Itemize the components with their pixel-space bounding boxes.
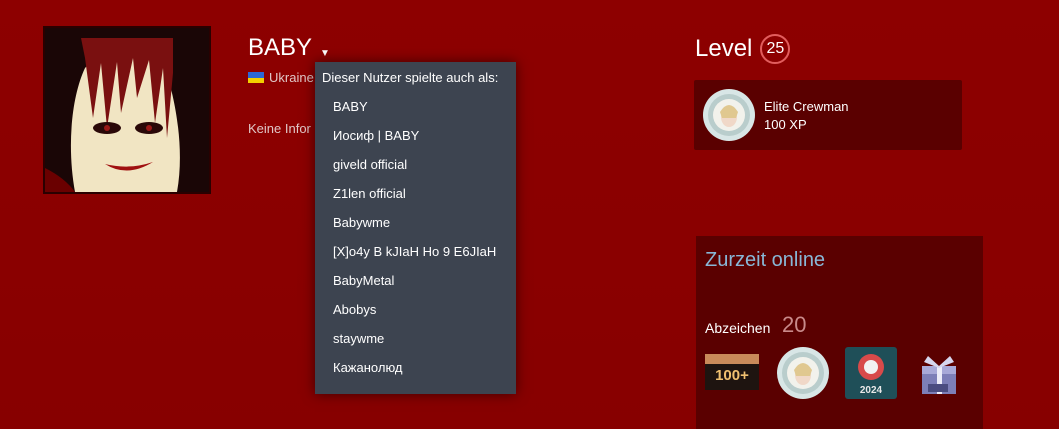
alias-dropdown-heading: Dieser Nutzer spielte auch als:: [322, 70, 499, 85]
steam-2024-badge-icon[interactable]: 2024: [844, 346, 898, 400]
alias-item[interactable]: Z1len official: [315, 179, 516, 208]
location-text: Ukraine: [269, 70, 314, 85]
svg-text:2024: 2024: [860, 385, 883, 396]
svg-text:100+: 100+: [715, 367, 749, 384]
100-plus-badge-icon[interactable]: 100+: [705, 346, 759, 400]
persona-name-dropdown[interactable]: BABY ▼: [248, 34, 330, 62]
alias-item[interactable]: Babywme: [315, 208, 516, 237]
ukraine-flag-icon: [248, 72, 264, 83]
alias-item[interactable]: Abobys: [315, 295, 516, 324]
chevron-down-icon: ▼: [320, 47, 330, 59]
featured-badge-name: Elite Crewman: [764, 99, 849, 114]
profile-summary: Keine Infor: [248, 121, 311, 136]
alias-item[interactable]: BABY: [315, 92, 516, 121]
alias-item[interactable]: giveld official: [315, 150, 516, 179]
persona-name: BABY: [248, 34, 313, 61]
badges-link[interactable]: Abzeichen: [705, 320, 770, 336]
online-status: Zurzeit online: [705, 249, 826, 271]
badges-count[interactable]: 20: [782, 312, 806, 338]
featured-badge-xp: 100 XP: [764, 117, 807, 132]
alias-item[interactable]: staywme: [315, 324, 516, 353]
profile-location: Ukraine: [248, 70, 314, 85]
alias-item[interactable]: BabyMetal: [315, 266, 516, 295]
level-label: Level: [695, 35, 753, 62]
elite-crewman-badge-icon[interactable]: [776, 346, 830, 400]
level-display: Level 25: [695, 34, 791, 64]
gift-box-2024-badge-icon[interactable]: [914, 346, 968, 400]
profile-right-panel: Zurzeit online Abzeichen 20 100+ 2024: [696, 236, 983, 429]
alias-item[interactable]: Иосиф | BABY: [315, 121, 516, 150]
profile-avatar[interactable]: [43, 26, 211, 194]
alias-item[interactable]: [X]o4y B kJIaH Ho 9 E6JIaH: [315, 237, 516, 266]
alias-list: BABY Иосиф | BABY giveld official Z1len …: [315, 92, 516, 382]
level-badge: 25: [760, 34, 791, 64]
elite-crewman-badge-icon: [703, 89, 755, 141]
alias-dropdown: Dieser Nutzer spielte auch als: BABY Иос…: [315, 62, 516, 394]
alias-item[interactable]: Кажанолюд: [315, 353, 516, 382]
featured-badge[interactable]: Elite Crewman 100 XP: [694, 80, 962, 150]
